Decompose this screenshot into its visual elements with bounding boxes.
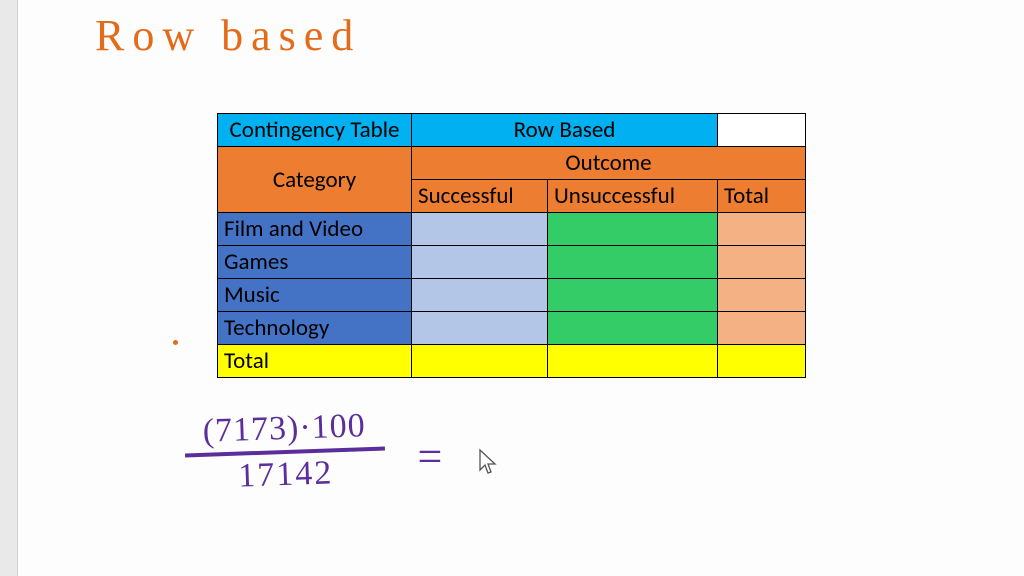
table-row: Film and Video: [218, 213, 806, 246]
cell-unsuccessful: [548, 345, 718, 378]
header-category: Category: [218, 147, 412, 213]
row-label: Music: [218, 279, 412, 312]
cell-successful: [412, 345, 548, 378]
cell-total: [718, 312, 806, 345]
stray-dot: [173, 340, 178, 345]
cell-successful: [412, 279, 548, 312]
cell-total: [718, 279, 806, 312]
cell-unsuccessful: [548, 312, 718, 345]
col-successful: Successful: [412, 180, 548, 213]
denominator: 17142: [185, 451, 386, 498]
header-contingency: Contingency Table: [218, 114, 412, 147]
row-total-label: Total: [218, 345, 412, 378]
fraction: (7173)·100 17142: [174, 406, 397, 498]
row-label: Technology: [218, 312, 412, 345]
cell-successful: [412, 312, 548, 345]
numerator: (7173)·100: [184, 407, 385, 454]
cell-total: [718, 246, 806, 279]
col-unsuccessful: Unsuccessful: [548, 180, 718, 213]
cell-unsuccessful: [548, 213, 718, 246]
cell-total: [718, 213, 806, 246]
row-label: Film and Video: [218, 213, 412, 246]
table-total-row: Total: [218, 345, 806, 378]
cell-successful: [412, 246, 548, 279]
cell-successful: [412, 213, 548, 246]
row-label: Games: [218, 246, 412, 279]
cell-unsuccessful: [548, 246, 718, 279]
header-rowbased: Row Based: [412, 114, 718, 147]
header-blank: [718, 114, 806, 147]
cell-total: [718, 345, 806, 378]
handwritten-title: Row based: [95, 10, 361, 61]
equals-sign: =: [418, 431, 443, 482]
col-total: Total: [718, 180, 806, 213]
table-row: Games: [218, 246, 806, 279]
contingency-table: Contingency Table Row Based Category Out…: [217, 113, 806, 378]
table-row: Music: [218, 279, 806, 312]
table-row: Technology: [218, 312, 806, 345]
header-outcome: Outcome: [412, 147, 806, 180]
cell-unsuccessful: [548, 279, 718, 312]
page-left-margin: [0, 0, 18, 576]
handwritten-formula: (7173)·100 17142 =: [175, 410, 485, 530]
